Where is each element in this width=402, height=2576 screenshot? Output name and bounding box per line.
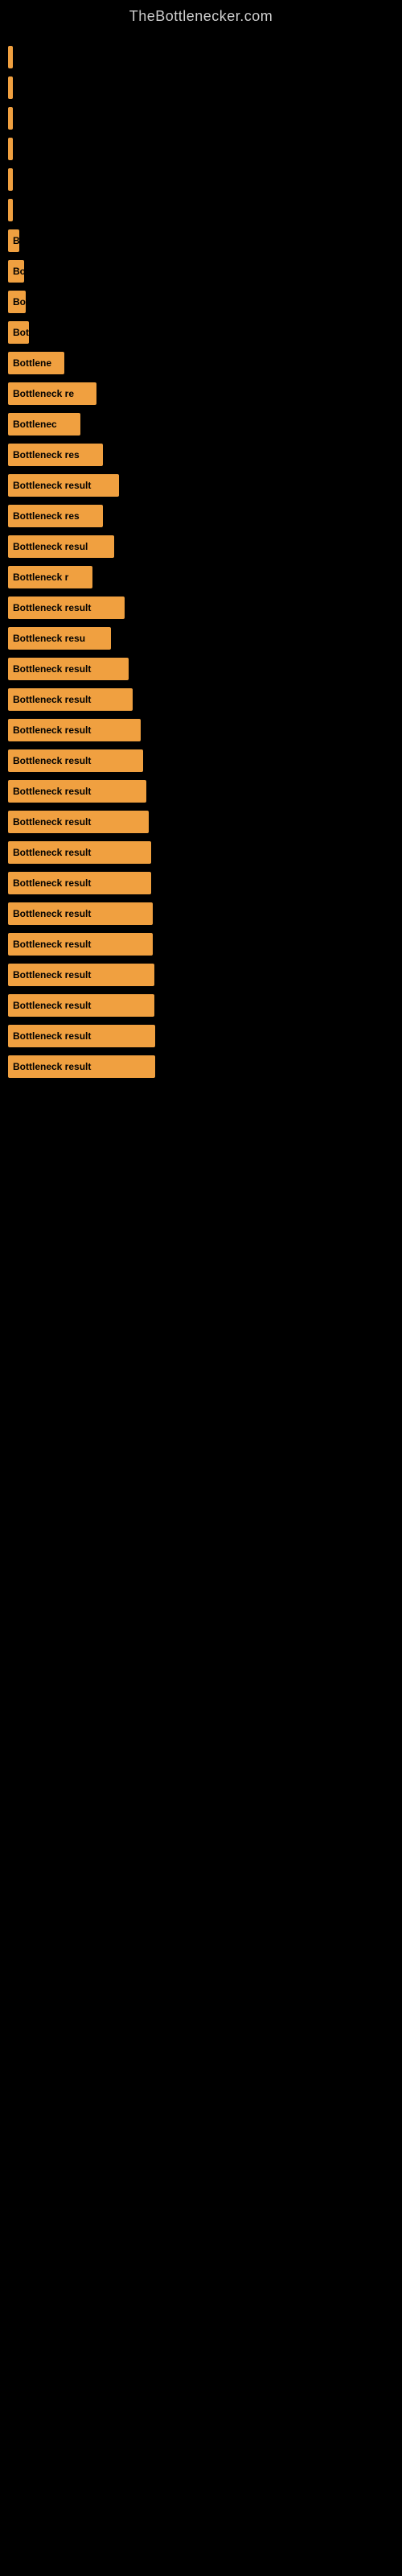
result-bar: Bottleneck result <box>8 841 151 864</box>
result-bar: Bottleneck res <box>8 505 103 527</box>
bar-row: Bottleneck result <box>8 779 394 803</box>
result-bar: Bottleneck result <box>8 964 154 986</box>
result-bar: Bottleneck result <box>8 658 129 680</box>
result-bar <box>8 138 13 160</box>
bar-row: Bottleneck result <box>8 657 394 681</box>
bar-row: Bottleneck result <box>8 718 394 742</box>
bar-row: Bottleneck result <box>8 963 394 987</box>
bar-row: Bottleneck result <box>8 840 394 865</box>
result-bar: Bottleneck result <box>8 719 141 741</box>
bar-row: Bottleneck result <box>8 993 394 1018</box>
result-bar: Bottleneck result <box>8 933 153 956</box>
bar-row: Bottleneck result <box>8 1055 394 1079</box>
bar-row <box>8 106 394 130</box>
bar-row: Bottlene <box>8 351 394 375</box>
bar-row: Bottleneck res <box>8 504 394 528</box>
result-bar: Bottleneck result <box>8 902 153 925</box>
bar-row: Bottleneck re <box>8 382 394 406</box>
result-bar: Bottleneck result <box>8 780 146 803</box>
bar-row <box>8 45 394 69</box>
result-bar: Bottleneck result <box>8 1055 155 1078</box>
result-bar: Bottleneck result <box>8 994 154 1017</box>
result-bar: Bottleneck re <box>8 382 96 405</box>
bar-row: Bottleneck resul <box>8 535 394 559</box>
result-bar: Bottleneck res <box>8 444 103 466</box>
bar-row: B <box>8 229 394 253</box>
site-title: TheBottlenecker.com <box>0 0 402 29</box>
result-bar: Bottleneck resu <box>8 627 111 650</box>
bar-row: Bottleneck result <box>8 473 394 497</box>
result-bar: Bo <box>8 260 24 283</box>
bar-row: Bottleneck result <box>8 871 394 895</box>
result-bar <box>8 46 13 68</box>
result-bar <box>8 168 13 191</box>
result-bar: Bo <box>8 291 26 313</box>
bar-row <box>8 137 394 161</box>
result-bar: Bottleneck result <box>8 872 151 894</box>
result-bar: Bottleneck result <box>8 474 119 497</box>
bar-row: Bottleneck res <box>8 443 394 467</box>
bar-row: Bo <box>8 259 394 283</box>
bar-row: Bottleneck result <box>8 932 394 956</box>
bar-row: Bottleneck r <box>8 565 394 589</box>
result-bar: Bottleneck result <box>8 688 133 711</box>
bar-row <box>8 167 394 192</box>
bars-container: B Bo Bo Bot Bottlene Bottleneck re Bottlenec Bo… <box>0 29 402 1101</box>
result-bar: Bottleneck result <box>8 1025 155 1047</box>
result-bar: Bottlenec <box>8 413 80 436</box>
bar-row <box>8 76 394 100</box>
bar-row: Bo <box>8 290 394 314</box>
result-bar: Bottleneck result <box>8 749 143 772</box>
result-bar: Bottleneck r <box>8 566 92 588</box>
bar-row: Bottleneck result <box>8 596 394 620</box>
result-bar: Bottleneck result <box>8 597 125 619</box>
result-bar <box>8 76 13 99</box>
bar-row: Bot <box>8 320 394 345</box>
result-bar: Bottlene <box>8 352 64 374</box>
result-bar: Bottleneck result <box>8 811 149 833</box>
result-bar: Bot <box>8 321 29 344</box>
result-bar: Bottleneck resul <box>8 535 114 558</box>
bar-row <box>8 198 394 222</box>
bar-row: Bottleneck result <box>8 749 394 773</box>
bar-row: Bottleneck result <box>8 810 394 834</box>
result-bar <box>8 107 13 130</box>
bar-row: Bottleneck resu <box>8 626 394 650</box>
result-bar: B <box>8 229 19 252</box>
bar-row: Bottleneck result <box>8 1024 394 1048</box>
result-bar <box>8 199 13 221</box>
bar-row: Bottleneck result <box>8 687 394 712</box>
bar-row: Bottlenec <box>8 412 394 436</box>
bar-row: Bottleneck result <box>8 902 394 926</box>
